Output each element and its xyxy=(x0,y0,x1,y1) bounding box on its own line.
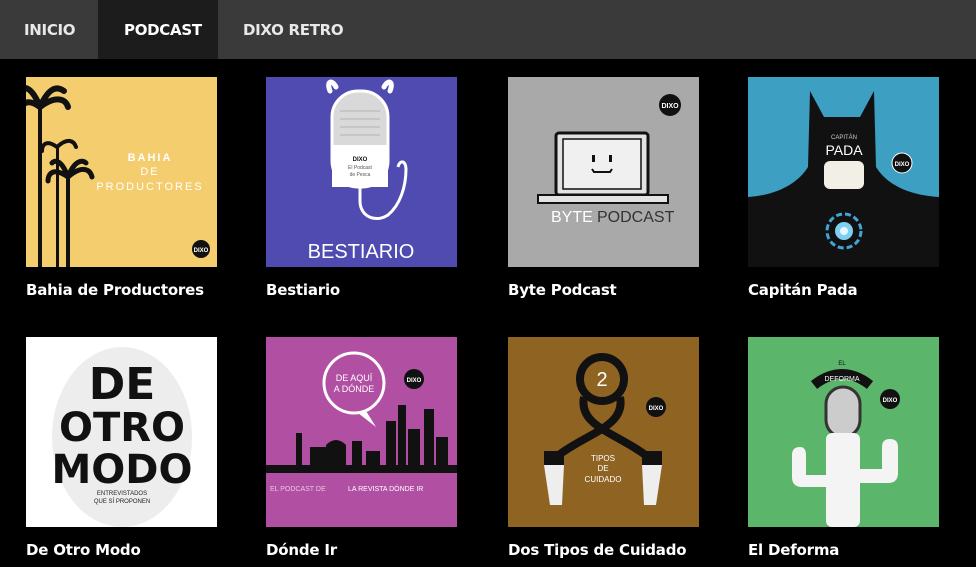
podcast-cover-dos-tipos[interactable]: 2 TIPOS DE CUIDADO DIXO xyxy=(508,337,699,527)
podcast-cover-bestiario[interactable]: DIXO El Podcast de Pesca BESTIARIO xyxy=(266,77,457,267)
svg-text:DIXO: DIXO xyxy=(883,398,898,404)
svg-text:2: 2 xyxy=(596,369,607,391)
podcast-title[interactable]: Dónde Ir xyxy=(266,541,506,559)
podcast-cover-de-otro-modo[interactable]: DE OTRO MODO ENTREVISTADOS QUE SÍ PROPON… xyxy=(26,337,217,527)
svg-text:DE AQUÍ: DE AQUÍ xyxy=(336,373,373,383)
dos-tipos-cover-art: 2 TIPOS DE CUIDADO DIXO xyxy=(508,337,699,527)
bahia-cover-line2: DE xyxy=(140,166,159,178)
tab-inicio[interactable]: INICIO xyxy=(0,0,98,59)
svg-text:DIXO: DIXO xyxy=(407,378,422,384)
tab-podcast[interactable]: PODCAST xyxy=(98,0,218,59)
svg-text:DIXO: DIXO xyxy=(353,157,368,163)
svg-text:DEFORMA: DEFORMA xyxy=(825,376,860,383)
svg-text:ENTREVISTADOS: ENTREVISTADOS xyxy=(97,491,147,497)
bahia-cover-art: BAHIA DE PRODUCTORES DIXO xyxy=(26,77,217,267)
podcast-cover-byte[interactable]: DIXO BYTE PODCAST xyxy=(508,77,699,267)
svg-text:OTRO: OTRO xyxy=(59,405,185,451)
microphone-icon xyxy=(824,385,862,439)
podcast-title[interactable]: De Otro Modo xyxy=(26,541,266,559)
capitan-pada-cover-art: CAPITÁN PADA DIXO xyxy=(748,77,939,267)
svg-text:MODO: MODO xyxy=(51,447,192,493)
de-otro-modo-cover-art: DE OTRO MODO ENTREVISTADOS QUE SÍ PROPON… xyxy=(26,337,217,527)
svg-text:EL PODCAST DE: EL PODCAST DE xyxy=(270,486,326,493)
bestiario-cover-art: DIXO El Podcast de Pesca BESTIARIO xyxy=(266,77,457,267)
svg-text:El Podcast: El Podcast xyxy=(348,165,373,171)
svg-text:DE: DE xyxy=(597,464,608,473)
el-deforma-cover-art: EL DEFORMA DIXO xyxy=(748,337,939,527)
svg-text:LA REVISTA DÓNDE IR: LA REVISTA DÓNDE IR xyxy=(348,484,423,493)
capitan-pada-cover-title: PADA xyxy=(825,142,863,158)
tab-dixo-retro[interactable]: DIXO RETRO xyxy=(218,0,358,59)
svg-text:DIXO: DIXO xyxy=(661,103,679,110)
podcast-title[interactable]: Bahia de Productores xyxy=(26,281,266,299)
laptop-icon xyxy=(537,131,669,204)
bahia-cover-line1: BAHIA xyxy=(128,152,173,164)
svg-text:DE: DE xyxy=(89,359,156,410)
svg-text:DIXO: DIXO xyxy=(194,248,209,254)
svg-text:de Pesca: de Pesca xyxy=(350,172,371,178)
donde-ir-cover-art: DE AQUÍ A DÓNDE DIXO EL PODCAST DE LA RE… xyxy=(266,337,457,527)
svg-text:TIPOS: TIPOS xyxy=(591,454,615,463)
podcast-title[interactable]: Dos Tipos de Cuidado xyxy=(508,541,748,559)
svg-text:A DÓNDE: A DÓNDE xyxy=(334,384,375,394)
podcast-title[interactable]: El Deforma xyxy=(748,541,976,559)
podcast-title[interactable]: Byte Podcast xyxy=(508,281,748,299)
svg-text:QUE SÍ PROPONEN: QUE SÍ PROPONEN xyxy=(94,498,150,505)
podcast-title[interactable]: Bestiario xyxy=(266,281,506,299)
podcast-cover-el-deforma[interactable]: EL DEFORMA DIXO xyxy=(748,337,939,527)
top-navigation: INICIO PODCAST DIXO RETRO xyxy=(0,0,976,59)
svg-text:CAPITÁN: CAPITÁN xyxy=(831,134,857,141)
byte-cover-art: DIXO BYTE PODCAST xyxy=(508,77,699,267)
byte-cover-title-b: PODCAST xyxy=(597,209,675,226)
podcast-cover-capitan-pada[interactable]: CAPITÁN PADA DIXO xyxy=(748,77,939,267)
podcast-cover-bahia[interactable]: BAHIA DE PRODUCTORES DIXO xyxy=(26,77,217,267)
byte-cover-title-a: BYTE xyxy=(551,209,593,226)
podcast-cover-donde-ir[interactable]: DE AQUÍ A DÓNDE DIXO EL PODCAST DE LA RE… xyxy=(266,337,457,527)
svg-text:DIXO: DIXO xyxy=(649,406,664,412)
svg-text:EL: EL xyxy=(838,361,846,367)
bestiario-cover-title: BESTIARIO xyxy=(308,241,415,263)
podcast-title[interactable]: Capitán Pada xyxy=(748,281,976,299)
bahia-cover-line3: PRODUCTORES xyxy=(96,181,203,193)
svg-text:DIXO: DIXO xyxy=(895,162,910,168)
svg-text:CUIDADO: CUIDADO xyxy=(585,475,622,484)
